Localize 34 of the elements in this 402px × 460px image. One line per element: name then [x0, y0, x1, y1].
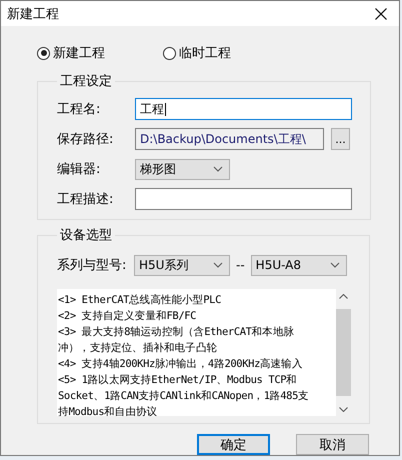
info-line: 冲），支持定位、插补和电子凸轮: [58, 341, 218, 356]
scrollbar-thumb[interactable]: [336, 309, 351, 396]
close-icon[interactable]: [375, 8, 387, 20]
field-label: 保存路径:: [57, 131, 114, 148]
model-dropdown[interactable]: H5U-A8: [250, 254, 347, 276]
info-line: <5> 1路以太网支持EtherNet/IP、Modbus TCP和: [58, 373, 298, 388]
scroll-up-icon[interactable]: [339, 294, 348, 298]
radio-option[interactable]: 临时工程: [163, 44, 231, 62]
info-line: <3> 最大支持8轴运动控制（含EtherCAT和本地脉: [58, 325, 295, 340]
info-line: Socket、1路CAN支持CANlink和CANopen，1路485支: [58, 389, 310, 404]
field-label: 工程名:: [57, 101, 102, 118]
field-label: 工程描述:: [57, 191, 114, 208]
chevron-icon: [213, 166, 223, 172]
path-field[interactable]: D:\Backup\Documents\工程\: [135, 128, 324, 150]
description-field[interactable]: [135, 188, 352, 210]
info-line: <4> 支持4轴200KHz脉冲输出，4路200KHz高速输入: [58, 357, 304, 372]
browse-button[interactable]: ...: [331, 128, 350, 150]
dialog-button[interactable]: 确定: [197, 434, 270, 455]
chevron-icon: [213, 262, 223, 268]
group-title: 工程设定: [59, 73, 113, 90]
info-line: <1> EtherCAT总线高性能小型PLC: [58, 293, 222, 308]
series-dropdown[interactable]: H5U系列: [134, 254, 230, 276]
editor-dropdown[interactable]: 梯形图: [135, 158, 230, 180]
group-title: 设备选型: [59, 227, 113, 244]
dialog-button[interactable]: 取消: [296, 434, 369, 455]
field-label: 系列与型号:: [57, 257, 128, 274]
chevron-icon: [330, 262, 340, 268]
scroll-down-icon[interactable]: [339, 406, 348, 412]
separator-text: --: [236, 258, 245, 272]
name-field[interactable]: 工程: [135, 98, 352, 120]
radio-option[interactable]: 新建工程: [37, 44, 105, 62]
field-label: 编辑器:: [57, 161, 102, 178]
info-line: <2> 支持自定义变量和FB/FC: [58, 309, 198, 324]
window-title: 新建工程: [7, 6, 59, 22]
